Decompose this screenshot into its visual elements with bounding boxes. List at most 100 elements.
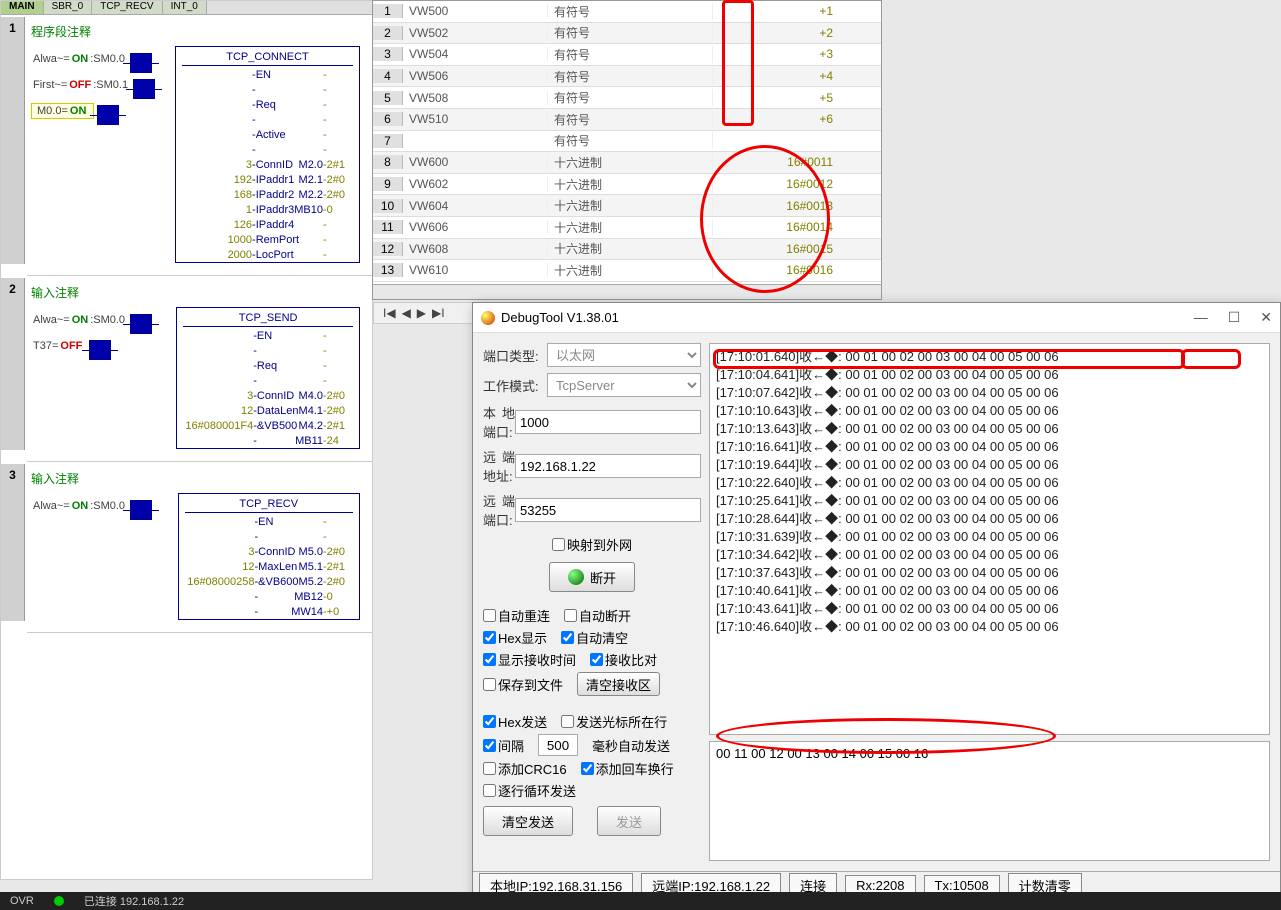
cell-format[interactable]: 十六进制 (548, 262, 713, 279)
table-row[interactable]: 3 VW504 有符号 +3 (373, 44, 881, 66)
row-number: 13 (373, 263, 403, 277)
remote-addr-input[interactable] (515, 454, 701, 478)
cell-format[interactable]: 有符号 (548, 3, 713, 20)
table-row[interactable]: 7 有符号 (373, 131, 881, 153)
cell-address[interactable]: VW500 (403, 4, 548, 18)
cell-format[interactable]: 十六进制 (548, 197, 713, 214)
tab-int_0[interactable]: INT_0 (163, 1, 207, 14)
recv-log[interactable]: [17:10:01.640]收←◆: 00 01 00 02 00 03 00 … (709, 343, 1270, 735)
cell-address[interactable]: VW610 (403, 263, 548, 277)
log-line: [17:10:31.639]收←◆: 00 01 00 02 00 03 00 … (716, 528, 1263, 546)
cell-format[interactable]: 有符号 (548, 111, 713, 128)
table-row[interactable]: 5 VW508 有符号 +5 (373, 87, 881, 109)
row-number: 2 (373, 26, 403, 40)
recv-cmp-check[interactable] (590, 653, 603, 666)
port-type-select[interactable]: 以太网 (547, 343, 701, 367)
add-crc-check[interactable] (483, 762, 496, 775)
cell-address[interactable]: VW606 (403, 220, 548, 234)
table-row[interactable]: 4 VW506 有符号 +4 (373, 66, 881, 88)
send-textarea[interactable]: 00 11 00 12 00 13 00 14 00 15 00 16 (709, 741, 1270, 861)
save-file-check[interactable] (483, 678, 496, 691)
cell-address[interactable]: VW608 (403, 242, 548, 256)
cell-format[interactable]: 十六进制 (548, 154, 713, 171)
table-hscroll[interactable] (373, 284, 881, 299)
send-cursor-check[interactable] (561, 715, 574, 728)
cell-address[interactable]: VW510 (403, 112, 548, 126)
clear-send-button[interactable]: 清空发送 (483, 806, 573, 836)
table-row[interactable]: 13 VW610 十六进制 16#0016 (373, 260, 881, 282)
add-crlf-check[interactable] (581, 762, 594, 775)
network-number: 3 (1, 464, 25, 621)
cell-format[interactable]: 十六进制 (548, 176, 713, 193)
interval-input[interactable] (538, 734, 578, 756)
app-icon (481, 311, 495, 325)
debug-tool-window: DebugTool V1.38.01 — ☐ ✕ 端口类型:以太网 工作模式:T… (472, 302, 1281, 910)
auto-disconnect-check[interactable] (564, 609, 577, 622)
hex-show-check[interactable] (483, 631, 496, 644)
log-line: [17:10:28.644]收←◆: 00 01 00 02 00 03 00 … (716, 510, 1263, 528)
function-block[interactable]: TCP_SEND-EN----Req---3-ConnIDM4.0-2#012-… (176, 307, 360, 449)
auto-clear-check[interactable] (561, 631, 574, 644)
conn-dot-icon (54, 896, 64, 906)
show-time-check[interactable] (483, 653, 496, 666)
log-line: [17:10:22.640]收←◆: 00 01 00 02 00 03 00 … (716, 474, 1263, 492)
cell-address[interactable]: VW508 (403, 91, 548, 105)
table-row[interactable]: 1 VW500 有符号 +1 (373, 1, 881, 23)
auto-reconnect-check[interactable] (483, 609, 496, 622)
remote-port-label: 远端端口: (483, 491, 515, 529)
minimize-button[interactable]: — (1194, 309, 1208, 326)
work-mode-select[interactable]: TcpServer (547, 373, 701, 397)
disconnect-button[interactable]: 断开 (549, 562, 635, 592)
log-line: [17:10:40.641]收←◆: 00 01 00 02 00 03 00 … (716, 582, 1263, 600)
table-row[interactable]: 11 VW606 十六进制 16#0014 (373, 217, 881, 239)
cell-format[interactable]: 有符号 (548, 68, 713, 85)
conn-status: 已连接 192.168.1.22 (84, 893, 184, 909)
local-port-input[interactable] (515, 410, 701, 434)
log-line: [17:10:43.641]收←◆: 00 01 00 02 00 03 00 … (716, 600, 1263, 618)
cell-address[interactable]: VW602 (403, 177, 548, 191)
port-type-label: 端口类型: (483, 346, 547, 365)
cell-address[interactable]: VW502 (403, 26, 548, 40)
cell-address[interactable]: VW504 (403, 47, 548, 61)
cell-format[interactable]: 有符号 (548, 132, 713, 149)
table-row[interactable]: 10 VW604 十六进制 16#0013 (373, 195, 881, 217)
row-number: 3 (373, 47, 403, 61)
table-row[interactable]: 2 VW502 有符号 +2 (373, 23, 881, 45)
cell-format[interactable]: 有符号 (548, 46, 713, 63)
interval-check[interactable] (483, 739, 496, 752)
function-block[interactable]: TCP_RECV-EN---3-ConnIDM5.0-2#012-MaxLenM… (178, 493, 361, 620)
tab-sbr_0[interactable]: SBR_0 (44, 1, 93, 14)
function-block[interactable]: TCP_CONNECT-EN----Req----Active---3-Conn… (175, 46, 360, 263)
loop-send-check[interactable] (483, 784, 496, 797)
hex-send-check[interactable] (483, 715, 496, 728)
maximize-button[interactable]: ☐ (1228, 309, 1241, 326)
ladder-editor: MAINSBR_0TCP_RECVINT_0 1 程序段注释 Alwa~=ON:… (0, 0, 373, 880)
cell-format[interactable]: 十六进制 (548, 240, 713, 257)
cell-format[interactable]: 十六进制 (548, 219, 713, 236)
table-row[interactable]: 9 VW602 十六进制 16#0012 (373, 174, 881, 196)
table-row[interactable]: 6 VW510 有符号 +6 (373, 109, 881, 131)
tab-tcp_recv[interactable]: TCP_RECV (92, 1, 162, 14)
log-line: [17:10:46.640]收←◆: 00 01 00 02 00 03 00 … (716, 618, 1263, 636)
cell-address[interactable]: VW604 (403, 199, 548, 213)
network-title: 程序段注释 (31, 23, 368, 40)
log-line: [17:10:01.640]收←◆: 00 01 00 02 00 03 00 … (716, 348, 1263, 366)
send-button[interactable]: 发送 (597, 806, 661, 836)
row-number: 11 (373, 220, 403, 234)
cell-format[interactable]: 有符号 (548, 89, 713, 106)
watch-table: 1 VW500 有符号 +12 VW502 有符号 +23 VW504 有符号 … (372, 0, 882, 300)
cell-format[interactable]: 有符号 (548, 24, 713, 41)
table-nav[interactable]: I◀◀▶▶I (373, 302, 473, 324)
remote-port-input[interactable] (515, 498, 701, 522)
row-number: 8 (373, 155, 403, 169)
tab-main[interactable]: MAIN (1, 1, 44, 14)
table-row[interactable]: 12 VW608 十六进制 16#0015 (373, 239, 881, 261)
row-number: 7 (373, 134, 403, 148)
cell-address[interactable]: VW506 (403, 69, 548, 83)
cell-value: 16#0015 (713, 242, 873, 256)
clear-recv-button[interactable]: 清空接收区 (577, 672, 660, 696)
close-button[interactable]: ✕ (1260, 309, 1272, 326)
map-ext-check[interactable] (552, 538, 565, 551)
cell-address[interactable]: VW600 (403, 155, 548, 169)
table-row[interactable]: 8 VW600 十六进制 16#0011 (373, 152, 881, 174)
